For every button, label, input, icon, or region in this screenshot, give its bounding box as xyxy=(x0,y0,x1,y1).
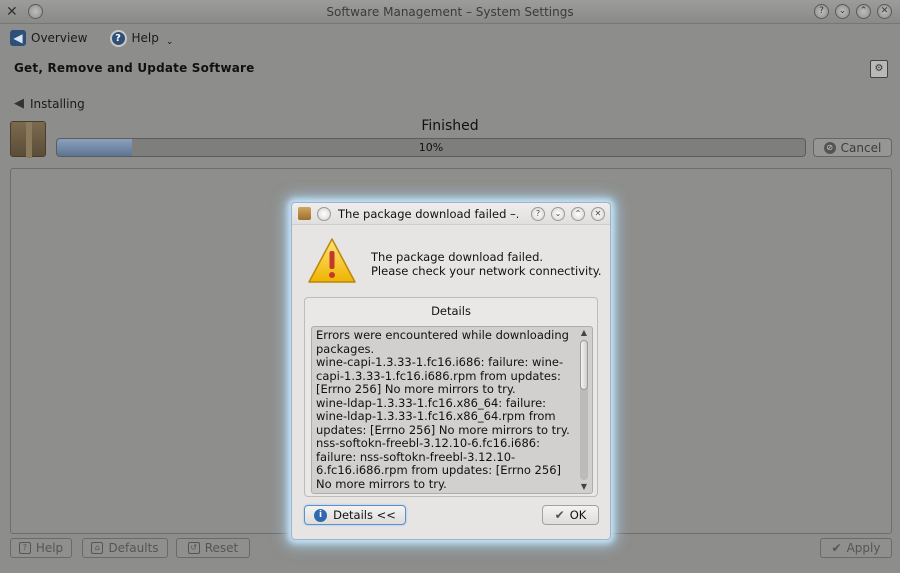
page-title: Get, Remove and Update Software xyxy=(14,61,255,75)
dialog-message: The package download failed. Please chec… xyxy=(371,250,602,278)
cancel-icon: ⊘ xyxy=(823,141,836,154)
overview-label: Overview xyxy=(31,31,88,45)
app-icon xyxy=(298,207,311,220)
progress-text: 10% xyxy=(418,141,444,154)
arrow-left-icon: ◀ xyxy=(10,30,26,46)
ok-label: OK xyxy=(569,508,587,522)
apply-button[interactable]: ✔ Apply xyxy=(820,538,892,558)
software-settings-icon[interactable]: ⚙ xyxy=(870,60,888,78)
scroll-up-icon[interactable]: ▲ xyxy=(578,328,590,338)
window-title: Software Management – System Settings xyxy=(326,5,574,19)
cancel-button[interactable]: ⊘ Cancel xyxy=(813,138,892,157)
help-book-icon: ? xyxy=(18,542,31,554)
whats-this-button[interactable]: ? xyxy=(814,4,829,19)
defaults-button-label: Defaults xyxy=(108,541,159,555)
apply-button-label: Apply xyxy=(846,541,881,555)
apply-check-icon: ✔ xyxy=(831,541,842,555)
defaults-button[interactable]: ⌂ Defaults xyxy=(82,538,168,558)
progress-bar: 10% xyxy=(56,138,806,157)
reset-button[interactable]: ↺ Reset xyxy=(176,538,250,558)
reset-button-label: Reset xyxy=(204,541,239,555)
dialog-title: The package download failed –... xyxy=(338,207,518,221)
dialog-menu-button[interactable] xyxy=(317,207,331,221)
defaults-icon: ⌂ xyxy=(91,542,104,554)
dialog-titlebar: The package download failed –... ? ⌄ ⌃ ✕ xyxy=(292,203,610,225)
message-line-1: The package download failed. xyxy=(371,250,544,264)
window-titlebar: ✕ Software Management – System Settings … xyxy=(0,0,900,24)
info-icon: i xyxy=(314,508,328,522)
details-body: Errors were encountered while downloadin… xyxy=(316,329,570,491)
help-button-label: Help xyxy=(35,541,64,555)
back-navigation[interactable]: ◀ Installing xyxy=(14,96,85,111)
reset-icon: ↺ xyxy=(187,542,200,554)
help-button[interactable]: ? Help xyxy=(10,538,72,558)
overview-button[interactable]: ◀ Overview xyxy=(10,30,88,46)
help-icon: ? xyxy=(109,29,127,47)
dialog-help-button[interactable]: ? xyxy=(531,207,545,221)
message-line-2: Please check your network connectivity. xyxy=(371,264,602,278)
ok-button[interactable]: ✔ OK xyxy=(542,505,599,525)
details-scrollbar[interactable]: ▲ ▼ xyxy=(578,328,590,492)
maximize-button[interactable]: ⌃ xyxy=(856,4,871,19)
warning-icon xyxy=(308,238,356,283)
scroll-down-icon[interactable]: ▼ xyxy=(578,482,590,492)
details-label: Details xyxy=(431,304,471,318)
minimize-button[interactable]: ⌄ xyxy=(835,4,850,19)
dialog-minimize-button[interactable]: ⌄ xyxy=(551,207,565,221)
details-group: Details Errors were encountered while do… xyxy=(304,297,598,497)
status-text: Finished xyxy=(421,118,479,134)
check-icon: ✔ xyxy=(554,508,565,522)
details-button-label: Details << xyxy=(333,508,396,522)
scroll-thumb[interactable] xyxy=(580,340,588,390)
close-window-button[interactable]: ✕ xyxy=(877,4,892,19)
chevron-down-icon: ⌄ xyxy=(165,37,174,47)
details-textbox[interactable]: Errors were encountered while downloadin… xyxy=(311,326,593,494)
help-label: Help xyxy=(131,31,159,45)
cancel-label: Cancel xyxy=(840,140,882,155)
dialog-close-button[interactable]: ✕ xyxy=(591,207,605,221)
help-menu-button[interactable]: ? Help ⌄ xyxy=(109,29,174,47)
details-toggle-button[interactable]: i Details << xyxy=(304,505,406,525)
status-row: Finished 10% ⊘ Cancel xyxy=(0,116,900,160)
back-arrow-icon: ◀ xyxy=(14,96,24,111)
back-label: Installing xyxy=(30,96,85,111)
toolbar: ◀ Overview ? Help ⌄ xyxy=(0,24,900,52)
dialog-maximize-button[interactable]: ⌃ xyxy=(571,207,585,221)
error-dialog: The package download failed –... ? ⌄ ⌃ ✕… xyxy=(291,202,611,540)
